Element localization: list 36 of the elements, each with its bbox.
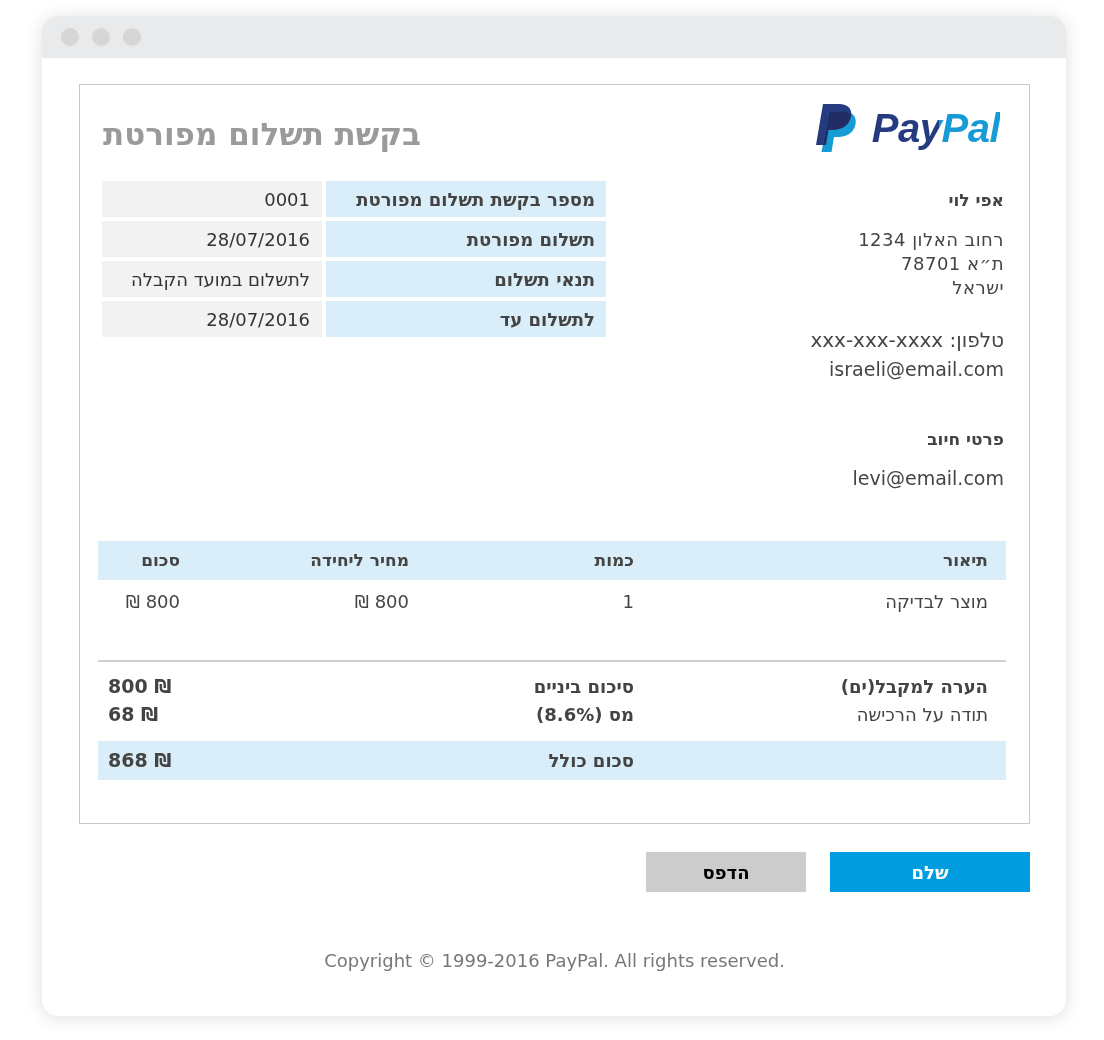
logo-icon: [814, 103, 856, 153]
total-value: 800 ₪: [108, 675, 172, 697]
grand-total-label: סכום כולל: [548, 750, 634, 771]
column-header: סכום: [141, 549, 180, 570]
column-header: מחיר ליחידה: [310, 549, 409, 570]
note-text: תודה על הרכישה: [856, 703, 988, 725]
total-label: מס (8.6%): [536, 703, 634, 725]
copyright-text: Copyright © 1999-2016 PayPal. All rights reserved.: [324, 949, 785, 973]
address-line: ת״א 78701: [901, 252, 1004, 276]
billing-heading: פרטי חיוב: [927, 428, 1004, 451]
phone-number: טלפון: xxx-xxx-xxxx: [810, 327, 1004, 354]
detail-label-cell: לתשלום עד: [326, 301, 606, 337]
sender-name: אפי לוי: [948, 189, 1004, 212]
detail-value-cell: לתשלום במועד הקבלה: [102, 261, 322, 297]
table-cell: מוצר לבדיקה: [885, 590, 988, 612]
table-cell: 1: [622, 590, 634, 612]
print-button[interactable]: הדפס: [646, 852, 806, 892]
note-heading: הערה למקבל(ים): [840, 675, 988, 697]
total-value: 68 ₪: [108, 703, 159, 725]
address-line: רחוב האלון 1234: [858, 228, 1004, 252]
email-address: israeli@email.com: [829, 357, 1004, 382]
billing-email: levi@email.com: [852, 466, 1004, 491]
detail-value-cell: 0001: [102, 181, 322, 217]
detail-label-cell: מספר בקשת תשלום מפורטת: [326, 181, 606, 217]
detail-value-cell: 28/07/2016: [102, 221, 322, 257]
detail-label-cell: תנאי תשלום: [326, 261, 606, 297]
column-header: תיאור: [942, 549, 988, 570]
page-title: בקשת תשלום מפורטת: [103, 116, 422, 152]
detail-label-cell: תשלום מפורטת: [326, 221, 606, 257]
table-cell: ₪ 800: [125, 590, 180, 612]
total-label: סיכום ביניים: [533, 675, 634, 697]
detail-value-cell: 28/07/2016: [102, 301, 322, 337]
table-cell: ₪ 800: [354, 590, 409, 612]
column-header: כמות: [594, 549, 634, 570]
address-line: ישראל: [952, 276, 1004, 300]
grand-total-value: 868 ₪: [108, 749, 172, 772]
